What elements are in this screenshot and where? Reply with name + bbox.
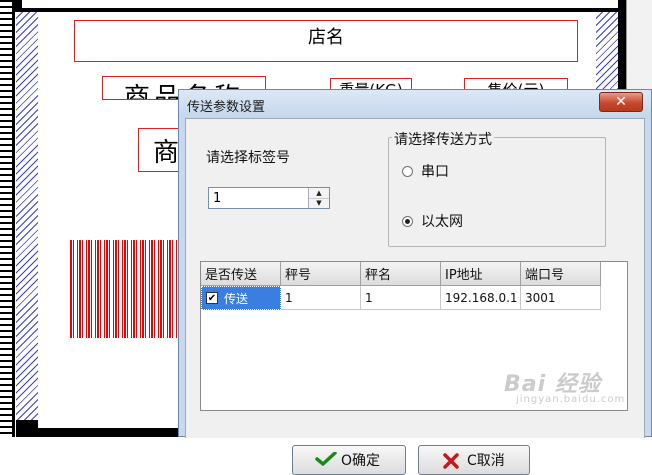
table-row[interactable]: ✔ 传送 1 1 192.168.0.1 3001 [201,286,601,310]
send-checkbox[interactable]: ✔ [206,292,218,304]
radio-serial[interactable]: 串口 [402,161,449,181]
cancel-button-label: C取消 [467,453,505,469]
checkmark-icon [315,452,337,466]
tag-number-label: 请选择标签号 [206,150,290,166]
barcode-element[interactable] [70,240,180,338]
store-name-text: 店名 [308,27,344,48]
spin-down-button[interactable]: ▼ [309,198,329,208]
col-header-port[interactable]: 端口号 [521,262,601,286]
cell-scale-no[interactable]: 1 [281,286,361,310]
product-field[interactable]: 商 [138,128,180,172]
col-header-ip[interactable]: IP地址 [441,262,521,286]
cell-send-text: 传送 [224,291,249,306]
radio-ethernet-button[interactable] [402,215,413,227]
col-header-scale-name[interactable]: 秤名 [361,262,441,286]
spinner-buttons: ▲ ▼ [308,188,329,208]
cell-ip[interactable]: 192.168.0.1 [441,286,521,310]
close-button[interactable]: ✕ [599,92,643,112]
col-header-scale-no[interactable]: 秤号 [281,262,361,286]
ok-button[interactable]: O确定 [292,445,406,475]
triangle-down-icon: ▼ [316,199,322,207]
margin-hatch-left [16,12,38,437]
left-ruler-edge [12,0,15,437]
triangle-up-icon: ▲ [316,189,322,197]
transfer-method-title: 请选择传送方式 [392,129,494,149]
watermark-sub: jingyan.baidu.com [516,394,626,405]
dialog-titlebar[interactable]: 传送参数设置 ✕ [179,90,651,118]
ok-button-label: O确定 [341,453,381,469]
cancel-button[interactable]: C取消 [418,445,530,475]
radio-ethernet-label: 以太网 [421,214,463,230]
cell-scale-name[interactable]: 1 [361,286,441,310]
store-name-field[interactable]: 店名 [74,20,578,62]
cell-port[interactable]: 3001 [521,286,601,310]
tag-number-spinner[interactable]: ▲ ▼ [208,187,330,209]
tag-number-input[interactable] [209,188,307,208]
grid-header: 是否传送 秤号 秤名 IP地址 端口号 [201,262,601,286]
radio-ethernet[interactable]: 以太网 [402,211,463,231]
cross-icon [443,453,459,469]
product-partial-text: 商 [153,137,180,168]
dialog-title: 传送参数设置 [187,100,266,115]
radio-serial-button[interactable] [402,165,413,177]
baidu-watermark: Bai 经验 jingyan.baidu.com [500,366,650,410]
col-header-send[interactable]: 是否传送 [201,262,281,286]
cell-send[interactable]: ✔ 传送 [201,286,281,310]
radio-serial-label: 串口 [421,164,449,180]
close-icon: ✕ [615,94,627,110]
top-frame [0,0,652,12]
